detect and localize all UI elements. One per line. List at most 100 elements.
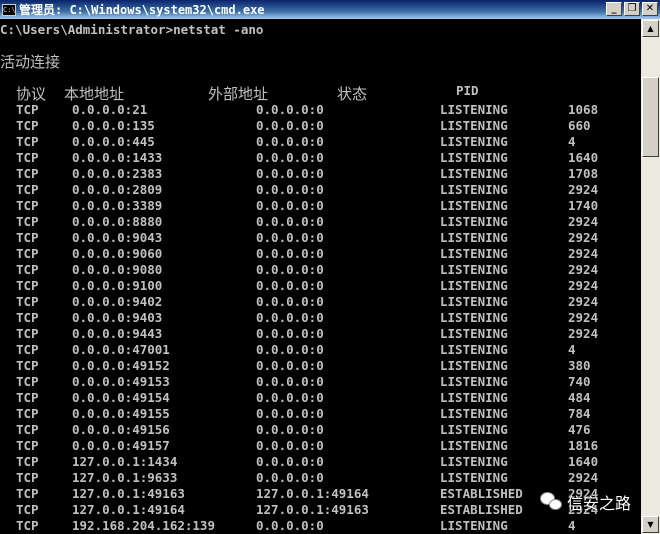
- cell-protocol: TCP: [16, 502, 39, 517]
- command-prompt: C:\Users\Administrator>netstat -ano: [0, 22, 264, 37]
- cell-local-address: 127.0.0.1:1434: [72, 454, 178, 469]
- cell-local-address: 0.0.0.0:49152: [72, 358, 170, 373]
- table-row: TCP 0.0.0.0:9060 0.0.0.0:0 LISTENING 2924: [0, 246, 640, 262]
- cell-state: LISTENING: [440, 358, 508, 373]
- table-header: 协议 本地地址 外部地址 状态 PID: [0, 83, 640, 103]
- table-row: TCP 0.0.0.0:2383 0.0.0.0:0 LISTENING 1708: [0, 166, 640, 182]
- cell-state: LISTENING: [440, 278, 508, 293]
- cell-state: LISTENING: [440, 262, 508, 277]
- cell-pid: 2924: [568, 182, 599, 197]
- cell-protocol: TCP: [16, 470, 39, 485]
- cell-protocol: TCP: [16, 454, 39, 469]
- cell-pid: 660: [568, 118, 591, 133]
- cell-protocol: TCP: [16, 310, 39, 325]
- maximize-button[interactable]: ❐: [624, 2, 640, 16]
- cell-local-address: 192.168.204.162:139: [72, 518, 215, 533]
- cell-state: LISTENING: [440, 374, 508, 389]
- cell-state: LISTENING: [440, 214, 508, 229]
- cell-foreign-address: 0.0.0.0:0: [256, 262, 324, 277]
- cell-protocol: TCP: [16, 150, 39, 165]
- cell-pid: 2924: [568, 470, 599, 485]
- console-output[interactable]: C:\Users\Administrator>netstat -ano 活动连接…: [0, 19, 641, 534]
- vertical-scrollbar[interactable]: ▲ ▼: [641, 19, 660, 534]
- cell-state: LISTENING: [440, 294, 508, 309]
- scroll-thumb[interactable]: [642, 77, 659, 157]
- cell-local-address: 0.0.0.0:49156: [72, 422, 170, 437]
- table-row: TCP 0.0.0.0:49152 0.0.0.0:0 LISTENING 380: [0, 358, 640, 374]
- cell-pid: 484: [568, 390, 591, 405]
- cell-state: ESTABLISHED: [440, 486, 523, 501]
- cell-pid: 1816: [568, 438, 599, 453]
- table-row: TCP 0.0.0.0:9403 0.0.0.0:0 LISTENING 2924: [0, 310, 640, 326]
- title-bar[interactable]: C:\ 管理员: C:\Windows\system32\cmd.exe _ ❐…: [0, 0, 660, 19]
- cell-pid: 1068: [568, 102, 599, 117]
- minimize-button[interactable]: _: [606, 2, 622, 16]
- cell-protocol: TCP: [16, 278, 39, 293]
- cell-local-address: 127.0.0.1:9633: [72, 470, 178, 485]
- cell-state: LISTENING: [440, 230, 508, 245]
- header-foreign: 外部地址: [208, 85, 269, 103]
- cell-protocol: TCP: [16, 374, 39, 389]
- cell-foreign-address: 0.0.0.0:0: [256, 470, 324, 485]
- cell-state: LISTENING: [440, 118, 508, 133]
- cell-foreign-address: 0.0.0.0:0: [256, 214, 324, 229]
- header-pid: PID: [456, 83, 479, 98]
- table-row: TCP 127.0.0.1:1434 0.0.0.0:0 LISTENING 1640: [0, 454, 640, 470]
- close-button[interactable]: ✕: [642, 2, 658, 16]
- cell-foreign-address: 127.0.0.1:49164: [256, 486, 369, 501]
- cell-foreign-address: 0.0.0.0:0: [256, 134, 324, 149]
- cell-state: LISTENING: [440, 438, 508, 453]
- cell-local-address: 0.0.0.0:3389: [72, 198, 163, 213]
- cell-pid: 4: [568, 342, 576, 357]
- cell-pid: 1640: [568, 454, 599, 469]
- cell-local-address: 0.0.0.0:9402: [72, 294, 163, 309]
- table-row: TCP 0.0.0.0:9080 0.0.0.0:0 LISTENING 2924: [0, 262, 640, 278]
- cell-foreign-address: 0.0.0.0:0: [256, 246, 324, 261]
- cell-local-address: 127.0.0.1:49164: [72, 502, 185, 517]
- cell-protocol: TCP: [16, 182, 39, 197]
- cell-pid: 4: [568, 134, 576, 149]
- cell-pid: 2924: [568, 278, 599, 293]
- cell-pid: 4: [568, 518, 576, 533]
- cell-pid: 2924: [568, 262, 599, 277]
- cell-foreign-address: 0.0.0.0:0: [256, 518, 324, 533]
- cell-protocol: TCP: [16, 406, 39, 421]
- cell-protocol: TCP: [16, 118, 39, 133]
- cell-state: LISTENING: [440, 150, 508, 165]
- cell-pid: 380: [568, 358, 591, 373]
- cell-protocol: TCP: [16, 134, 39, 149]
- cell-protocol: TCP: [16, 342, 39, 357]
- watermark-text: 信安之路: [567, 494, 632, 513]
- cell-foreign-address: 0.0.0.0:0: [256, 230, 324, 245]
- cell-local-address: 0.0.0.0:8880: [72, 214, 163, 229]
- cell-foreign-address: 0.0.0.0:0: [256, 390, 324, 405]
- cell-foreign-address: 0.0.0.0:0: [256, 326, 324, 341]
- cell-protocol: TCP: [16, 246, 39, 261]
- cell-local-address: 0.0.0.0:9043: [72, 230, 163, 245]
- cell-state: LISTENING: [440, 310, 508, 325]
- scroll-down-button[interactable]: ▼: [642, 516, 659, 533]
- cell-state: LISTENING: [440, 198, 508, 213]
- cell-protocol: TCP: [16, 230, 39, 245]
- table-row: TCP 0.0.0.0:49155 0.0.0.0:0 LISTENING 784: [0, 406, 640, 422]
- section-title: 活动连接: [0, 53, 61, 71]
- cell-state: LISTENING: [440, 342, 508, 357]
- cell-pid: 1640: [568, 150, 599, 165]
- cell-local-address: 0.0.0.0:9443: [72, 326, 163, 341]
- window-title: 管理员: C:\Windows\system32\cmd.exe: [19, 3, 265, 17]
- cell-foreign-address: 0.0.0.0:0: [256, 374, 324, 389]
- cell-protocol: TCP: [16, 214, 39, 229]
- cell-foreign-address: 0.0.0.0:0: [256, 118, 324, 133]
- cell-local-address: 0.0.0.0:47001: [72, 342, 170, 357]
- cell-state: LISTENING: [440, 390, 508, 405]
- scroll-up-button[interactable]: ▲: [642, 20, 659, 37]
- cell-protocol: TCP: [16, 262, 39, 277]
- cell-pid: 784: [568, 406, 591, 421]
- table-row: TCP 0.0.0.0:49156 0.0.0.0:0 LISTENING 476: [0, 422, 640, 438]
- table-row: TCP 0.0.0.0:49153 0.0.0.0:0 LISTENING 740: [0, 374, 640, 390]
- table-row: TCP 0.0.0.0:2809 0.0.0.0:0 LISTENING 2924: [0, 182, 640, 198]
- cell-state: LISTENING: [440, 166, 508, 181]
- table-row: TCP 0.0.0.0:47001 0.0.0.0:0 LISTENING 4: [0, 342, 640, 358]
- cell-state: ESTABLISHED: [440, 502, 523, 517]
- cell-state: LISTENING: [440, 518, 508, 533]
